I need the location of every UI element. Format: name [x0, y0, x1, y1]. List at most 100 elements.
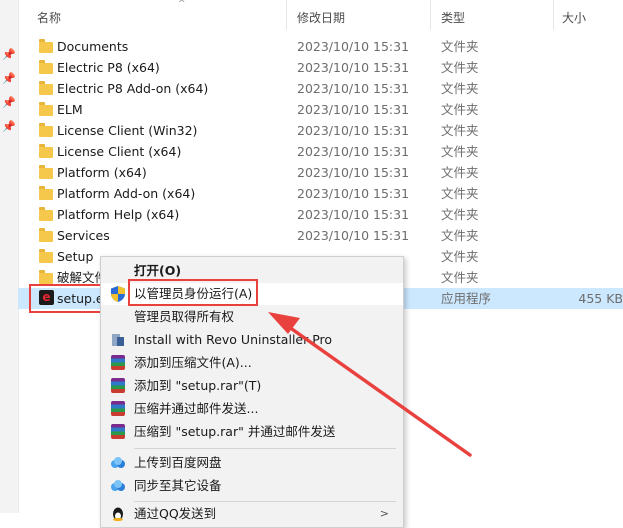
pin-icon[interactable]: 📌: [2, 121, 16, 133]
folder-icon: [39, 249, 55, 263]
column-header-size[interactable]: 大小: [562, 9, 586, 26]
file-type: 文件夹: [441, 165, 479, 180]
annotation-highlight-box: [128, 279, 258, 306]
folder-icon: [39, 165, 55, 179]
folder-row[interactable]: Platform Help (x64) 2023/10/10 15:31 文件夹: [18, 204, 623, 225]
folder-icon: [39, 144, 55, 158]
file-name: Electric P8 (x64): [57, 60, 160, 75]
file-date: 2023/10/10 15:31: [297, 123, 410, 138]
column-divider[interactable]: [553, 0, 554, 30]
folder-icon: [39, 270, 55, 284]
folder-icon: [39, 81, 55, 95]
file-name: Platform Help (x64): [57, 207, 180, 222]
file-date: 2023/10/10 15:31: [297, 228, 410, 243]
file-name: License Client (Win32): [57, 123, 198, 138]
folder-icon: [39, 186, 55, 200]
column-divider[interactable]: [286, 0, 287, 30]
column-header-name[interactable]: 名称: [37, 9, 61, 26]
file-type: 文件夹: [441, 123, 479, 138]
winrar-icon: [111, 424, 125, 439]
pin-icon[interactable]: 📌: [2, 97, 16, 109]
folder-row[interactable]: Platform (x64) 2023/10/10 15:31 文件夹: [18, 162, 623, 183]
menu-item-label: 通过QQ发送到: [134, 506, 217, 521]
folder-row[interactable]: Electric P8 Add-on (x64) 2023/10/10 15:31…: [18, 78, 623, 99]
column-divider[interactable]: [430, 0, 431, 30]
folder-row[interactable]: ELM 2023/10/10 15:31 文件夹: [18, 99, 623, 120]
file-name: Electric P8 Add-on (x64): [57, 81, 209, 96]
file-date: 2023/10/10 15:31: [297, 60, 410, 75]
menu-item-compress-email[interactable]: 压缩并通过邮件发送...: [101, 398, 403, 420]
file-type: 文件夹: [441, 144, 479, 159]
file-name: ELM: [57, 102, 83, 117]
menu-item-add-to-archive[interactable]: 添加到压缩文件(A)...: [101, 352, 403, 374]
folder-row[interactable]: Documents 2023/10/10 15:31 文件夹: [18, 36, 623, 57]
uac-shield-icon: [111, 286, 125, 302]
pin-icon[interactable]: 📌: [2, 73, 16, 85]
menu-separator: [134, 448, 396, 449]
menu-item-upload-baidu[interactable]: 上传到百度网盘: [101, 452, 403, 474]
folder-row[interactable]: Platform Add-on (x64) 2023/10/10 15:31 文件夹: [18, 183, 623, 204]
folder-row[interactable]: Services 2023/10/10 15:31 文件夹: [18, 225, 623, 246]
file-name: Setup: [57, 249, 94, 264]
file-name: Services: [57, 228, 110, 243]
folder-icon: [39, 228, 55, 242]
folder-icon: [39, 39, 55, 53]
menu-item-add-to-rar[interactable]: 添加到 "setup.rar"(T): [101, 375, 403, 397]
folder-icon: [39, 207, 55, 221]
pin-icon[interactable]: 📌: [2, 49, 16, 61]
folder-row[interactable]: License Client (x64) 2023/10/10 15:31 文件夹: [18, 141, 623, 162]
file-type: 文件夹: [441, 81, 479, 96]
menu-item-sync-device[interactable]: 同步至其它设备: [101, 475, 403, 497]
file-type: 应用程序: [441, 291, 492, 306]
menu-item-compress-rar-email[interactable]: 压缩到 "setup.rar" 并通过邮件发送: [101, 421, 403, 443]
file-type: 文件夹: [441, 102, 479, 117]
folder-row[interactable]: License Client (Win32) 2023/10/10 15:31 文件…: [18, 120, 623, 141]
file-date: 2023/10/10 15:31: [297, 165, 410, 180]
folder-icon: [39, 60, 55, 74]
menu-item-label: 同步至其它设备: [134, 478, 222, 493]
file-date: 2023/10/10 15:31: [297, 144, 410, 159]
winrar-icon: [111, 355, 125, 370]
menu-item-label: 管理员取得所有权: [134, 309, 235, 324]
folder-icon: [39, 123, 55, 137]
file-type: 文件夹: [441, 207, 479, 222]
file-type: 文件夹: [441, 186, 479, 201]
column-header-bar: ^ 名称 修改日期 类型 大小: [18, 0, 623, 32]
folder-icon: [39, 102, 55, 116]
annotation-highlight-box: [29, 284, 100, 313]
column-header-date[interactable]: 修改日期: [297, 9, 345, 26]
file-type: 文件夹: [441, 39, 479, 54]
file-date: 2023/10/10 15:31: [297, 207, 410, 222]
folder-row[interactable]: Electric P8 (x64) 2023/10/10 15:31 文件夹: [18, 57, 623, 78]
file-date: 2023/10/10 15:31: [297, 102, 410, 117]
winrar-icon: [111, 378, 125, 393]
file-date: 2023/10/10 15:31: [297, 39, 410, 54]
menu-item-label: 上传到百度网盘: [134, 455, 222, 470]
menu-item-label: 压缩到 "setup.rar" 并通过邮件发送: [134, 424, 336, 439]
file-type: 文件夹: [441, 249, 479, 264]
file-name: Platform (x64): [57, 165, 147, 180]
file-date: 2023/10/10 15:31: [297, 81, 410, 96]
file-name: Platform Add-on (x64): [57, 186, 196, 201]
column-header-type[interactable]: 类型: [441, 9, 465, 26]
menu-item-take-ownership[interactable]: 管理员取得所有权: [101, 306, 403, 328]
menu-separator: [134, 501, 396, 502]
revo-uninstaller-icon: [112, 334, 124, 346]
file-type: 文件夹: [441, 60, 479, 75]
navigation-pane: 📌 📌 📌 📌: [0, 0, 19, 513]
file-type: 文件夹: [441, 270, 479, 285]
menu-item-revo-install[interactable]: Install with Revo Uninstaller Pro: [101, 329, 403, 351]
baidu-netdisk-icon: [111, 480, 125, 491]
baidu-netdisk-icon: [111, 457, 125, 468]
file-size: 455 KB: [578, 291, 623, 306]
menu-item-label: 添加到压缩文件(A)...: [134, 355, 252, 370]
menu-item-label: Install with Revo Uninstaller Pro: [134, 332, 333, 347]
file-date: 2023/10/10 15:31: [297, 186, 410, 201]
menu-item-label: 添加到 "setup.rar"(T): [134, 378, 262, 393]
file-type: 文件夹: [441, 228, 479, 243]
menu-item-label: 压缩并通过邮件发送...: [134, 401, 259, 416]
qq-penguin-icon: [113, 507, 123, 522]
file-name: License Client (x64): [57, 144, 182, 159]
menu-item-send-qq[interactable]: 通过QQ发送到 >: [101, 503, 403, 525]
sort-caret-icon: ^: [178, 0, 186, 9]
